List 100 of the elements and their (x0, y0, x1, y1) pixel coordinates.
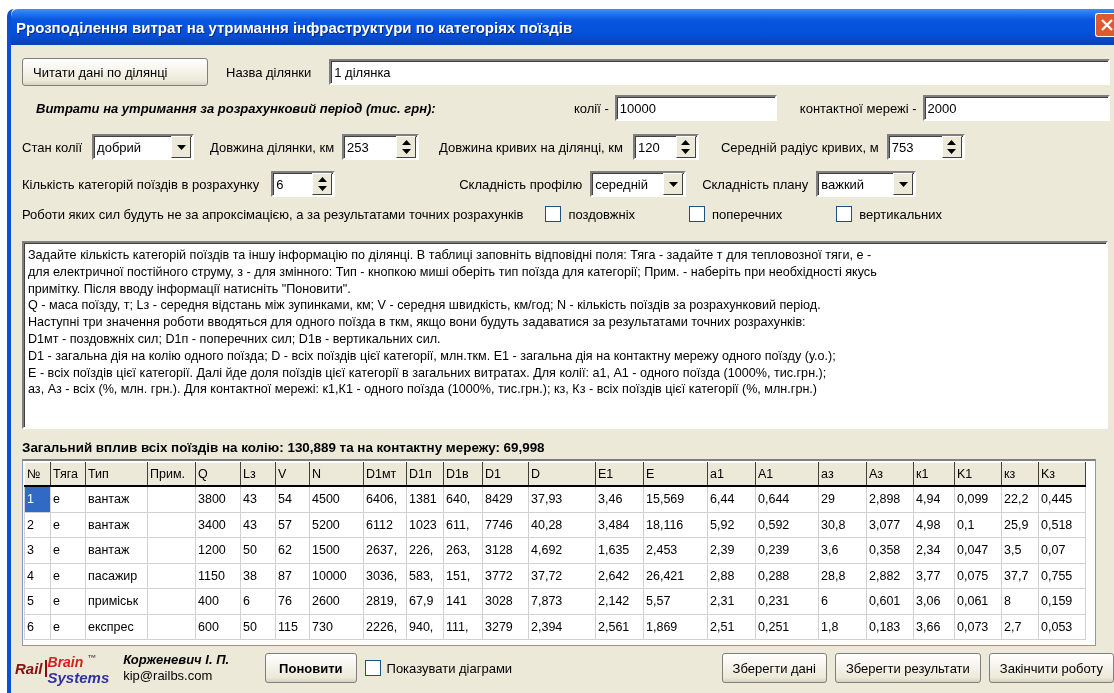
dropdown-field[interactable]: добрий (92, 134, 195, 160)
help-text-line: E - всіх поїздів цієї категорії. Далі йде доля поїздів цієї категорії в загальних витратах. Для колії: а1, А1 - одного поїзда (1000%, тис.грн.); (28, 364, 828, 382)
checkbox[interactable] (545, 206, 562, 222)
column-header[interactable]: D1п (406, 462, 444, 486)
spin-button[interactable] (312, 173, 333, 195)
table-cell[interactable]: 1 (24, 486, 51, 512)
refresh-button[interactable]: Поновити (265, 653, 357, 683)
number-field[interactable]: 753 (886, 134, 965, 160)
table-cell: вантаж (85, 512, 148, 538)
table-cell: 3128 (482, 537, 529, 563)
dropdown-field[interactable]: важкий (816, 171, 917, 197)
checkbox[interactable] (836, 206, 853, 222)
dropdown-button[interactable] (893, 173, 914, 195)
column-header[interactable]: aз (818, 462, 867, 486)
table-cell: 0,592 (755, 512, 819, 538)
spin-button[interactable] (396, 136, 417, 158)
table-cell: 4500 (309, 486, 364, 512)
column-header[interactable]: Lз (240, 462, 276, 486)
section-name-field[interactable]: 1 ділянка (329, 59, 1110, 85)
number-field[interactable]: 253 (342, 134, 420, 160)
help-text-line: примітку. Після вводу інформації натисніть "Поновити". (28, 280, 352, 298)
table-cell: 0,518 (1038, 512, 1086, 538)
action-button[interactable]: Зберегти дані (721, 653, 827, 683)
table-cell: 57 (275, 512, 310, 538)
column-header[interactable]: E1 (595, 462, 644, 486)
column-header[interactable]: E (643, 462, 708, 486)
checkbox[interactable] (689, 206, 706, 222)
column-header[interactable]: A1 (755, 462, 819, 486)
spin-button[interactable] (941, 136, 962, 158)
column-header[interactable]: D1мт (363, 462, 407, 486)
column-header[interactable]: № (24, 462, 51, 486)
table-cell: 3,06 (913, 588, 955, 614)
action-button[interactable]: Закінчити роботу (988, 653, 1114, 683)
column-header[interactable]: Тяга (50, 462, 86, 486)
column-header[interactable]: D (528, 462, 596, 486)
table-cell: 1023 (406, 512, 444, 538)
table-cell: 0,231 (755, 588, 819, 614)
table-cell: 0,07 (1038, 537, 1086, 563)
table-cell: 0,053 (1038, 614, 1086, 640)
table-cell: 0,755 (1038, 563, 1086, 589)
checkbox[interactable] (364, 660, 381, 676)
table-cell: 6112 (363, 512, 407, 538)
table-cell: е (50, 512, 86, 538)
column-header[interactable]: D1в (443, 462, 483, 486)
table-cell: 22,2 (1001, 486, 1039, 512)
checkbox-label: поздовжніх (568, 206, 636, 222)
column-header[interactable]: Kз (1038, 462, 1086, 486)
table-cell: 1200 (195, 537, 241, 563)
table-cell: 3036, (363, 563, 407, 589)
table-cell: 1500 (309, 537, 364, 563)
spin-button[interactable] (675, 136, 696, 158)
table-cell[interactable]: 4 (24, 563, 51, 589)
column-header[interactable]: Q (195, 462, 241, 486)
action-button[interactable]: Зберегти результати (834, 653, 981, 683)
column-header[interactable]: K1 (954, 462, 1002, 486)
table-cell[interactable]: 2 (24, 512, 51, 538)
table-cell: 2,34 (913, 537, 955, 563)
column-header[interactable]: a1 (707, 462, 756, 486)
field-label: Кількість категорій поїздів в розрахунку (22, 176, 260, 192)
table-cell: 115 (275, 614, 310, 640)
table-cell: 37,72 (528, 563, 596, 589)
column-header[interactable]: Тип (85, 462, 148, 486)
caret-icon (176, 144, 186, 150)
table-cell: 1381 (406, 486, 444, 512)
column-header[interactable]: Aз (866, 462, 914, 486)
field-label: Довжина ділянки, км (210, 139, 335, 155)
dropdown-button[interactable] (663, 173, 684, 195)
table-cell: 0,288 (755, 563, 819, 589)
table-cell: 3800 (195, 486, 241, 512)
window-title: Ррозподілення витрат на утримання інфраструктури по категоріях поїздів (16, 18, 573, 36)
table-cell: 640, (443, 486, 483, 512)
table-cell[interactable]: 5 (24, 588, 51, 614)
column-header[interactable]: V (275, 462, 310, 486)
field-label: Складність профілю (459, 176, 583, 192)
catenary-cost-label: контактної мережі - (799, 100, 917, 116)
read-data-button[interactable]: Читати дані по ділянці (22, 58, 208, 86)
column-header[interactable]: D1 (482, 462, 529, 486)
table-cell: 2,7 (1001, 614, 1039, 640)
table-cell: пасажир (85, 563, 148, 589)
catenary-cost-field[interactable]: 2000 (922, 95, 1110, 121)
column-header[interactable]: к1 (913, 462, 955, 486)
table-cell: 28,8 (818, 563, 867, 589)
table-cell[interactable]: 6 (24, 614, 51, 640)
close-button[interactable] (1095, 13, 1114, 37)
table-cell: 4,692 (528, 537, 596, 563)
column-header[interactable]: N (309, 462, 364, 486)
table-cell: 40,28 (528, 512, 596, 538)
column-header[interactable]: кз (1001, 462, 1039, 486)
number-field[interactable]: 6 (271, 171, 336, 197)
checkbox-label: вертикальних (859, 206, 942, 222)
track-cost-field[interactable]: 10000 (614, 95, 777, 121)
table-cell[interactable]: 3 (24, 537, 51, 563)
table-cell: е (50, 563, 86, 589)
column-header[interactable]: Прим. (147, 462, 196, 486)
table-cell: 2,39 (707, 537, 756, 563)
dropdown-button[interactable] (171, 136, 192, 158)
close-icon (1101, 19, 1113, 31)
number-field[interactable]: 120 (632, 134, 699, 160)
dropdown-field[interactable]: середній (590, 171, 687, 197)
table-cell: 940, (406, 614, 444, 640)
